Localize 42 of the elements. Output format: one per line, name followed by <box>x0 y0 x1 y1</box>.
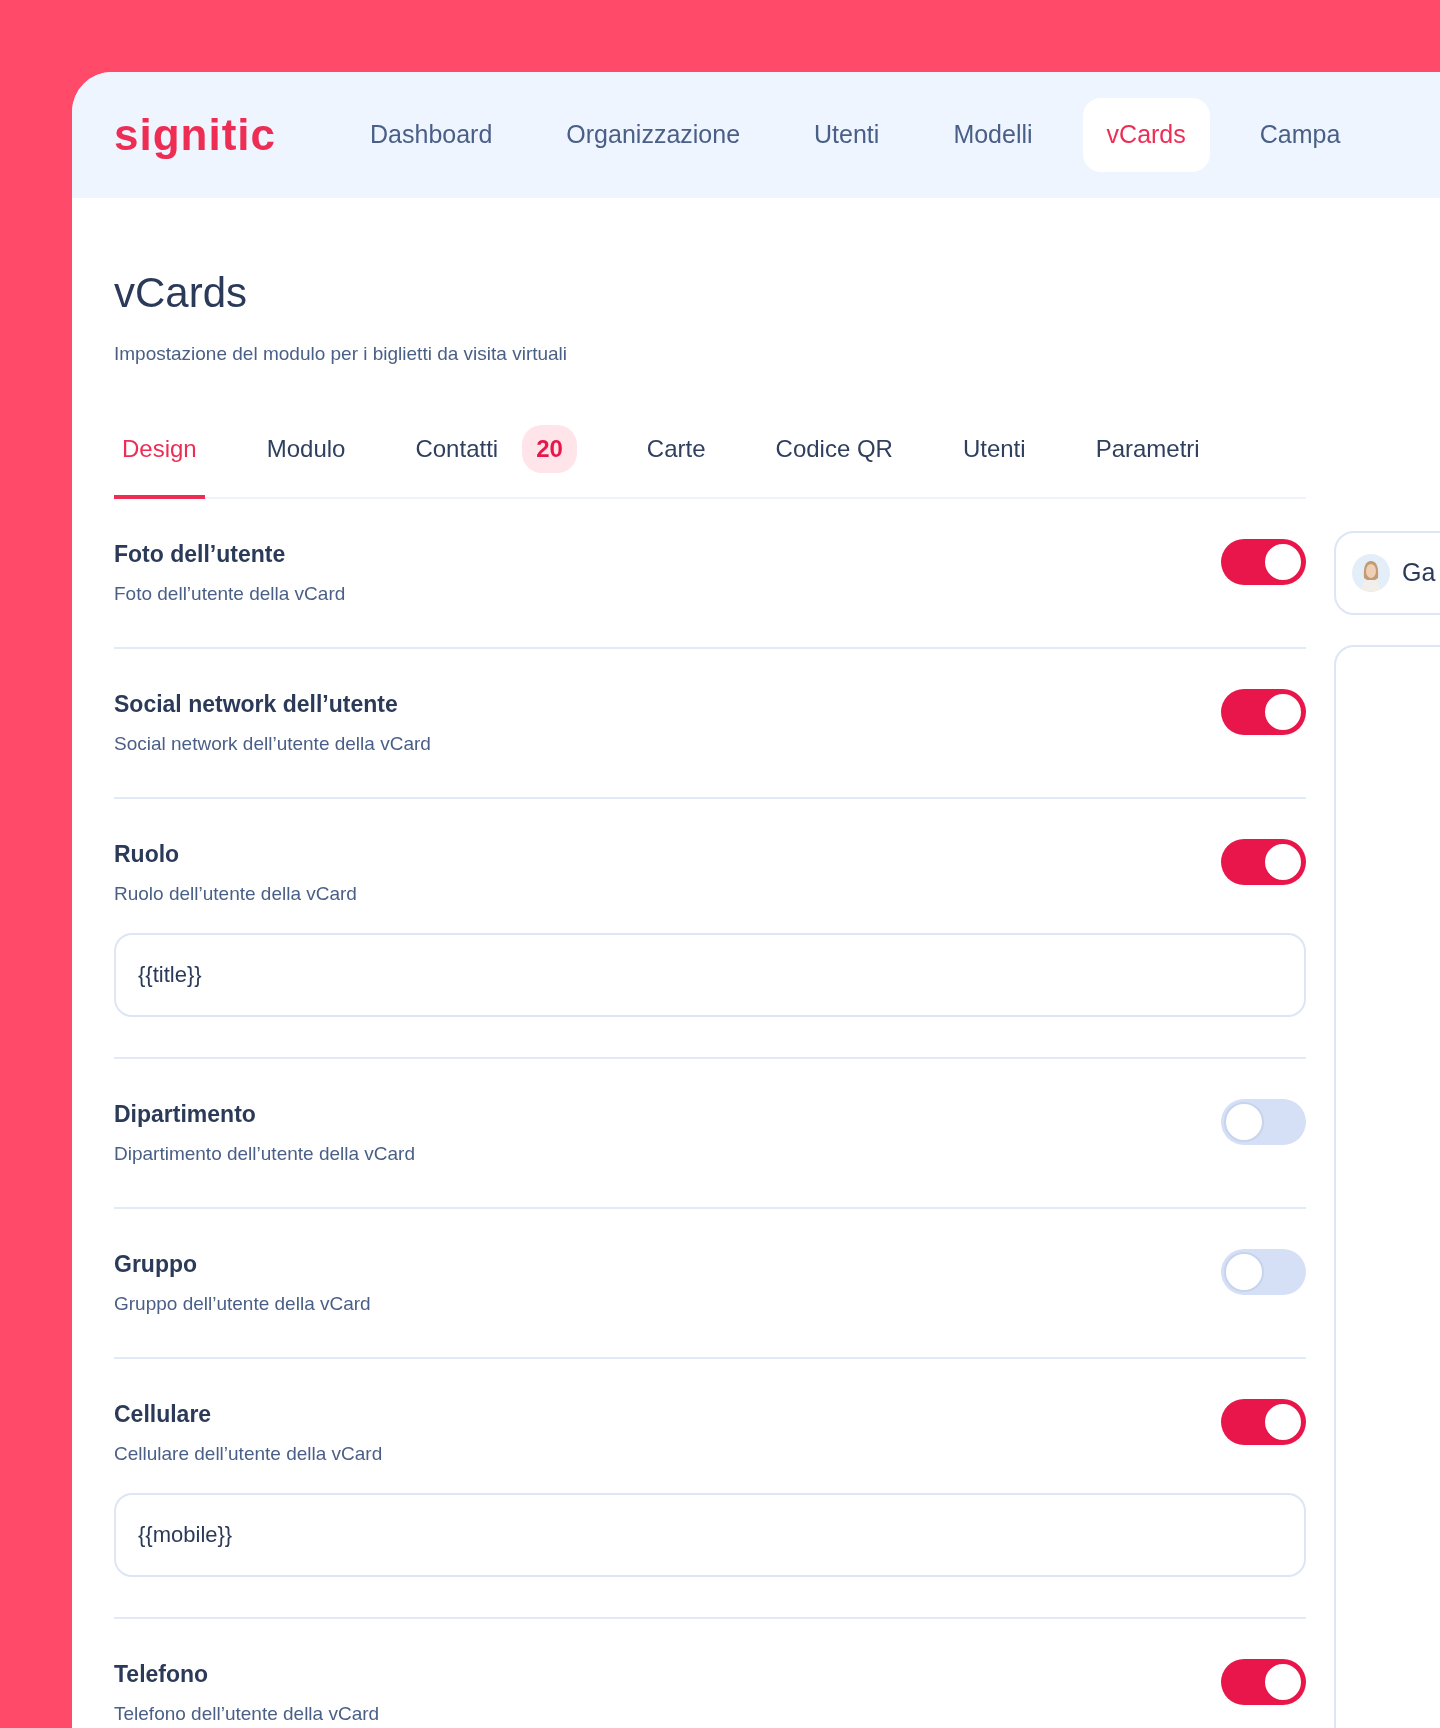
setting-title: Ruolo <box>114 839 181 869</box>
setting-description: Foto dell’utente della vCard <box>114 581 346 606</box>
input-field[interactable]: {{title}} <box>114 932 1306 1017</box>
logo: signitic <box>114 113 277 157</box>
user-card[interactable]: Ga <box>1334 530 1440 615</box>
setting-title: Dipartimento <box>114 1099 257 1129</box>
user-name: Ga <box>1402 557 1436 589</box>
setting-title: Telefono <box>114 1659 210 1689</box>
toggle-switch[interactable] <box>1221 538 1306 585</box>
count-badge: 20 <box>522 424 577 473</box>
toggle-switch[interactable] <box>1221 838 1306 885</box>
nav-link[interactable]: Campa <box>1235 98 1365 172</box>
setting-title: Gruppo <box>114 1249 199 1279</box>
toggle-switch[interactable] <box>1221 1398 1306 1445</box>
page-subtitle: Impostazione del modulo per i biglietti da visita virtuali <box>114 342 569 367</box>
setting-description: Social network dell’utente della vCard <box>114 731 431 756</box>
setting-description: Ruolo dell’utente della vCard <box>114 881 357 906</box>
toggle-switch[interactable] <box>1221 1658 1306 1705</box>
setting-description: Gruppo dell’utente della vCard <box>114 1291 371 1316</box>
setting-description: Cellulare dell’utente della vCard <box>114 1441 383 1466</box>
setting-description: Telefono dell’utente della vCard <box>114 1701 380 1726</box>
setting-description: Dipartimento dell’utente della vCard <box>114 1141 415 1166</box>
nav-link[interactable]: Modelli <box>929 98 1057 172</box>
setting-title: Cellulare <box>114 1399 213 1429</box>
toggle-switch[interactable] <box>1221 688 1306 735</box>
setting-title: Social network dell’utente <box>114 689 399 719</box>
tab[interactable]: Design <box>114 424 205 499</box>
toggle-switch[interactable] <box>1221 1098 1306 1145</box>
nav-link[interactable]: Dashboard <box>346 98 517 172</box>
nav-link[interactable]: Organizzazione <box>542 98 765 172</box>
tab[interactable]: Contatti 20 <box>407 424 585 499</box>
setting-title: Foto dell’utente <box>114 539 287 569</box>
tab[interactable]: Parametri <box>1087 424 1208 499</box>
toggle-switch[interactable] <box>1221 1248 1306 1295</box>
page-title: vCards <box>114 268 249 318</box>
tab[interactable]: Utenti <box>954 424 1034 499</box>
tab[interactable]: Modulo <box>258 424 354 499</box>
nav-link[interactable]: Utenti <box>790 98 904 172</box>
nav-link[interactable]: vCards <box>1082 98 1210 172</box>
tab[interactable]: Carte <box>638 424 714 499</box>
input-field[interactable]: {{mobile}} <box>114 1492 1306 1577</box>
tab[interactable]: Codice QR <box>767 424 901 499</box>
